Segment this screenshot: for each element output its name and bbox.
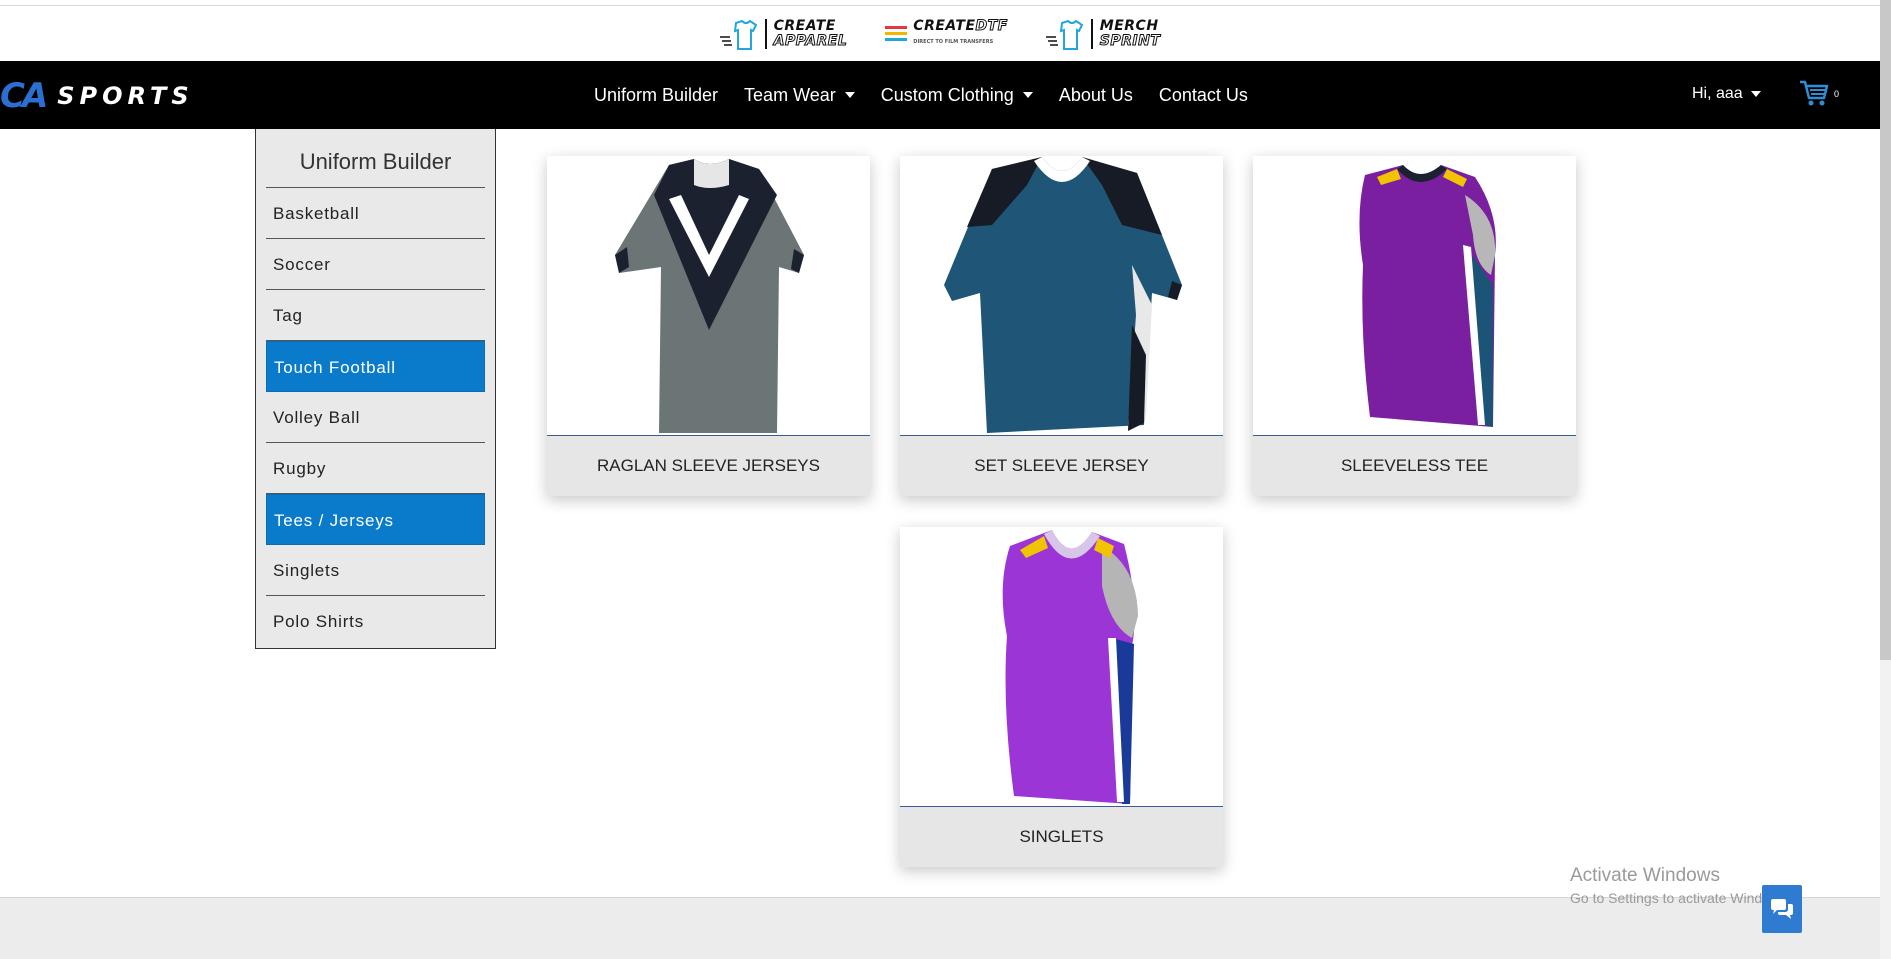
watermark-title: Activate Windows (1570, 865, 1720, 886)
nav-custom-clothing[interactable]: Custom Clothing (881, 85, 1033, 106)
brand-line1: CREATE (913, 17, 976, 34)
main-navbar: CA SPORTS Uniform Builder Team Wear Cust… (0, 61, 1880, 129)
sidebar-item-polo-shirts[interactable]: Polo Shirts (266, 596, 485, 647)
product-name: SLEEVELESS TEE (1253, 436, 1576, 496)
caret-down-icon (844, 92, 855, 98)
cart-count: 0 (1834, 89, 1840, 99)
category-list: Basketball Soccer Tag Touch Football Vol… (266, 188, 485, 647)
site-logo[interactable]: CA SPORTS (0, 79, 194, 113)
sidebar-item-soccer[interactable]: Soccer (266, 239, 485, 290)
tshirt-icon (719, 19, 757, 50)
sidebar-item-basketball[interactable]: Basketball (266, 188, 485, 239)
brand-wordmark: MERCH SPRINT (1099, 17, 1161, 49)
caret-down-icon (1750, 91, 1761, 97)
nav-label: Team Wear (744, 84, 836, 105)
set-sleeve-jersey-image (943, 157, 1182, 433)
nav-team-wear[interactable]: Team Wear (744, 85, 855, 106)
product-image (547, 156, 870, 436)
nav-contact-us[interactable]: Contact Us (1159, 85, 1248, 106)
chat-button[interactable] (1762, 885, 1802, 933)
product-image (900, 527, 1223, 807)
brand-divider (764, 18, 767, 49)
product-name: SET SLEEVE JERSEY (900, 436, 1223, 496)
brand-create-dtf[interactable]: CREATEDTF DIRECT TO FILM TRANSFERS (885, 17, 1008, 50)
caret-down-icon (1022, 92, 1033, 98)
nav-uniform-builder[interactable]: Uniform Builder (594, 85, 718, 106)
dtf-stripes-icon (885, 26, 908, 41)
os-activation-watermark: Activate Windows Go to Settings to activ… (1570, 865, 1791, 906)
sidebar-item-tag[interactable]: Tag (266, 290, 485, 341)
brand-merch-sprint[interactable]: MERCH SPRINT (1045, 17, 1161, 51)
nav-about-us[interactable]: About Us (1059, 85, 1133, 106)
partner-brands: CREATE APPAREL CREATEDTF DIRECT TO FILM … (0, 6, 1880, 61)
sidebar-item-singlets[interactable]: Singlets (266, 545, 485, 596)
brand-line1: MERCH (1099, 17, 1159, 34)
brand-line1: CREATE (773, 17, 836, 34)
product-name: SINGLETS (900, 807, 1223, 867)
watermark-subtitle: Go to Settings to activate Windows. (1570, 890, 1791, 906)
brand-wordmark: CREATEDTF DIRECT TO FILM TRANSFERS (913, 17, 1008, 50)
logo-mark: CA (0, 76, 48, 116)
sidebar-title: Uniform Builder (266, 129, 485, 188)
user-greeting: Hi, aaa (1692, 85, 1743, 102)
brand-tagline: DIRECT TO FILM TRANSFERS (913, 38, 994, 45)
product-card-set-sleeve-jersey[interactable]: SET SLEEVE JERSEY (900, 156, 1223, 496)
logo-text: SPORTS (57, 82, 194, 110)
product-card-sleeveless-tee[interactable]: SLEEVELESS TEE (1253, 156, 1576, 496)
page-footer (0, 897, 1880, 959)
product-image (1253, 156, 1576, 436)
nav-label: About Us (1058, 84, 1133, 105)
raglan-jersey-image (614, 159, 804, 433)
product-card-singlets[interactable]: SINGLETS (900, 527, 1223, 867)
product-name: RAGLAN SLEEVE JERSEYS (547, 436, 870, 496)
sidebar-item-tees-jerseys[interactable]: Tees / Jerseys (266, 494, 485, 545)
brand-line2: SPRINT (1099, 32, 1161, 49)
brand-line2: APPAREL (773, 32, 848, 49)
sidebar-item-rugby[interactable]: Rugby (266, 443, 485, 494)
cart-button[interactable]: 0 (1798, 77, 1839, 109)
chat-bubbles-icon (1771, 899, 1793, 919)
sidebar-item-volley-ball[interactable]: Volley Ball (266, 392, 485, 443)
tshirt-icon (1045, 19, 1084, 50)
scrollbar-thumb[interactable] (1880, 0, 1891, 660)
singlet-image (1002, 530, 1138, 804)
sidebar-item-touch-football[interactable]: Touch Football (266, 341, 485, 392)
product-image (900, 156, 1223, 436)
nav-label: Custom Clothing (880, 84, 1014, 105)
page-scrollbar[interactable] (1880, 0, 1891, 959)
user-menu[interactable]: Hi, aaa (1692, 85, 1761, 103)
product-card-raglan-sleeve-jerseys[interactable]: RAGLAN SLEEVE JERSEYS (547, 156, 870, 496)
cart-icon (1800, 80, 1829, 106)
nav-menu: Uniform Builder Team Wear Custom Clothin… (594, 61, 1248, 129)
brand-wordmark: CREATE APPAREL (773, 17, 848, 49)
sleeveless-tee-image (1358, 165, 1496, 427)
brand-line2: DTF (975, 17, 1008, 34)
brand-create-apparel[interactable]: CREATE APPAREL (719, 17, 848, 51)
nav-label: Uniform Builder (594, 84, 719, 105)
category-sidebar: Uniform Builder Basketball Soccer Tag To… (255, 129, 496, 649)
brand-divider (1090, 18, 1093, 49)
nav-label: Contact Us (1158, 84, 1248, 105)
